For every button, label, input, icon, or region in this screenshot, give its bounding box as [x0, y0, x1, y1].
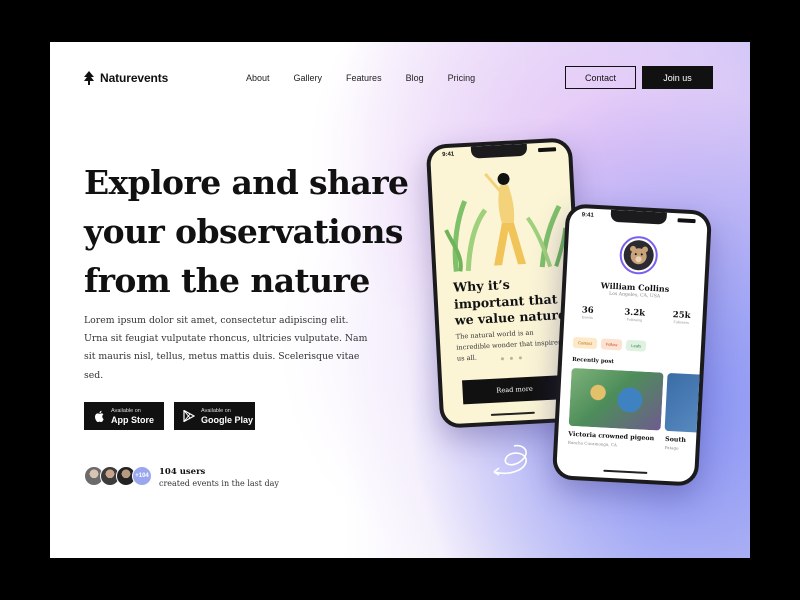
google-play-small: Available on: [201, 407, 231, 414]
hero-description: Lorem ipsum dolor sit amet, consectetur …: [84, 315, 368, 381]
hero-title-line: Explore and share: [84, 163, 409, 202]
user-avatars: +104: [84, 466, 152, 486]
main-nav: About Gallery Features Blog Pricing: [246, 73, 499, 83]
nav-blog[interactable]: Blog: [406, 73, 424, 83]
landing-page: Naturevents About Gallery Features Blog …: [50, 42, 750, 558]
profile-avatar[interactable]: [618, 235, 659, 276]
recent-post-label: Recently post: [571, 356, 615, 366]
app-store-button[interactable]: Available on App Store: [84, 402, 164, 430]
contact-chip[interactable]: Contact: [572, 336, 598, 350]
join-button[interactable]: Join us: [642, 66, 713, 89]
users-count-badge: +104: [132, 466, 152, 486]
users-subtitle: created events in the last day: [159, 479, 279, 488]
bear-avatar-icon: [622, 239, 655, 271]
nature-illustration: [444, 172, 568, 272]
stat-label: Following: [626, 317, 642, 323]
post-image[interactable]: [664, 372, 708, 433]
status-time: 9:41: [581, 212, 594, 219]
post-subtitle: Patago: [664, 444, 679, 451]
hero-title-line: from the nature: [84, 261, 370, 300]
profile-actions: Contact Follow Leafs: [572, 336, 647, 352]
nav-about[interactable]: About: [246, 73, 270, 83]
phone-notch: [470, 143, 528, 159]
google-play-big: Google Play: [201, 414, 254, 425]
status-time: 9:41: [442, 151, 455, 159]
squiggle-arrow-icon: [493, 444, 527, 476]
brand-logo[interactable]: Naturevents: [84, 71, 168, 85]
leafs-chip[interactable]: Leafs: [626, 339, 647, 352]
stat-label: Followers: [673, 320, 690, 325]
stat-events: 36 Events: [570, 305, 605, 321]
nav-features[interactable]: Features: [346, 73, 382, 83]
battery-icon: [677, 218, 696, 224]
nav-pricing[interactable]: Pricing: [448, 73, 476, 83]
app-store-small: Available on: [111, 407, 141, 414]
google-play-button[interactable]: Available on Google Play: [174, 402, 255, 430]
home-indicator: [603, 469, 648, 474]
phone-profile-mockup: 9:41 William Collins Los Angeles, CA, US…: [551, 203, 713, 487]
home-indicator: [490, 411, 535, 416]
follow-chip[interactable]: Follow: [600, 338, 623, 351]
apple-icon: [93, 410, 105, 422]
article-title: Why it’s important that we value nature: [452, 276, 567, 328]
hero-title: Explore and share your observations from…: [84, 158, 414, 305]
stat-following: 3.2k Following: [617, 307, 652, 323]
battery-icon: [537, 147, 557, 153]
post-subtitle: Rancho Cucamonga, CA: [567, 439, 617, 448]
phone-notch: [610, 209, 667, 225]
tree-logo-icon: [84, 71, 94, 85]
contact-button[interactable]: Contact: [565, 66, 636, 89]
read-more-button[interactable]: Read more: [462, 374, 568, 405]
post-image[interactable]: [568, 367, 664, 431]
google-play-icon: [183, 410, 195, 422]
brand-name: Naturevents: [100, 71, 169, 85]
users-title: 104 users: [159, 467, 206, 477]
nav-gallery[interactable]: Gallery: [294, 73, 323, 83]
hero-title-line: your observations: [84, 212, 403, 251]
post-title: South: [664, 435, 687, 444]
stat-followers: 25k Followers: [664, 310, 699, 326]
phone-screen: 9:41 William Collins Los Angeles, CA, US…: [556, 207, 708, 483]
stat-label: Events: [581, 315, 593, 320]
app-store-big: App Store: [111, 414, 155, 425]
